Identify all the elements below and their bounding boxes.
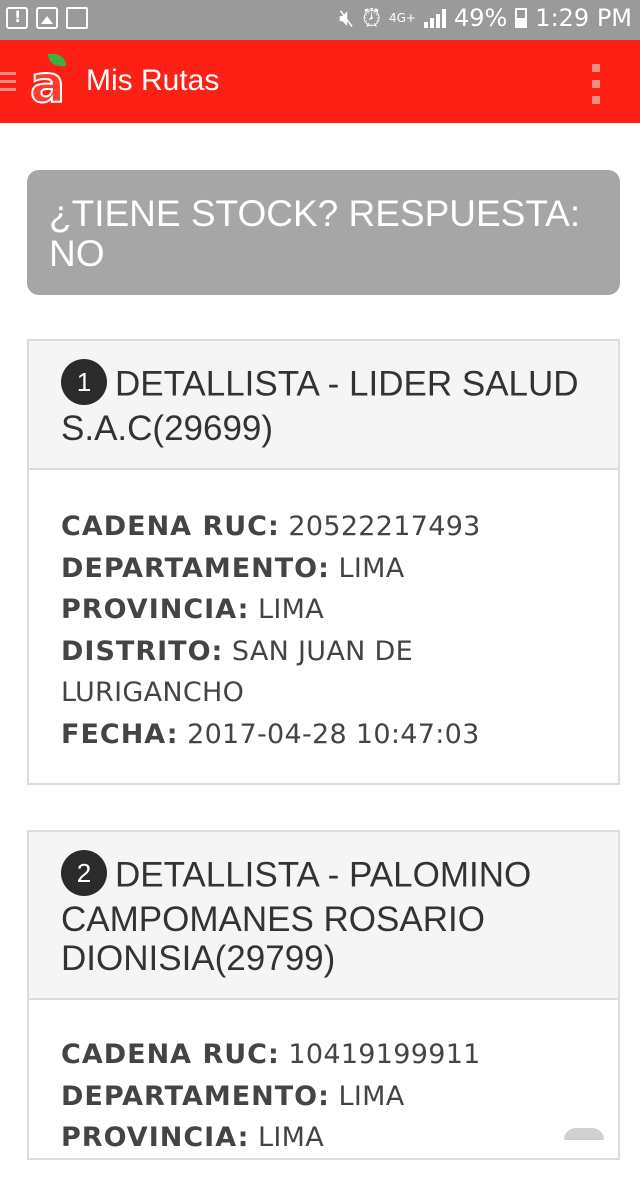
detail-row: DISTRITO: SAN JUAN DE LURIGANCHO bbox=[61, 631, 586, 714]
scroll-to-top-icon[interactable] bbox=[564, 1128, 604, 1140]
detail-value: LIMA bbox=[338, 1080, 405, 1112]
card-title: DETALLISTA - LIDER SALUD S.A.C(29699) bbox=[61, 364, 579, 448]
notification-icons bbox=[6, 7, 88, 29]
battery-icon bbox=[515, 8, 528, 28]
detail-label: CADENA RUC: bbox=[61, 1039, 280, 1070]
card-header: 2 DETALLISTA - PALOMINO CAMPOMANES ROSARI… bbox=[29, 832, 618, 1000]
network-type: 4G+ bbox=[388, 11, 416, 25]
detail-row: DEPARTAMENTO: LIMA bbox=[61, 1076, 586, 1118]
route-card[interactable]: 1 DETALLISTA - LIDER SALUD S.A.C(29699) C… bbox=[27, 339, 620, 785]
card-number-badge: 1 bbox=[61, 359, 107, 405]
route-card[interactable]: 2 DETALLISTA - PALOMINO CAMPOMANES ROSARI… bbox=[27, 830, 620, 1160]
detail-label: CADENA RUC: bbox=[61, 511, 280, 542]
card-header: 1 DETALLISTA - LIDER SALUD S.A.C(29699) bbox=[29, 341, 618, 470]
page-title: Mis Rutas bbox=[86, 64, 220, 97]
card-number-badge: 2 bbox=[61, 850, 107, 896]
signal-icon bbox=[423, 8, 446, 28]
detail-label: PROVINCIA: bbox=[61, 1122, 250, 1153]
detail-row: CADENA RUC: 10419199911 bbox=[61, 1034, 586, 1076]
detail-label: DEPARTAMENTO: bbox=[61, 1080, 330, 1112]
detail-row: PROVINCIA: LIMA bbox=[61, 1117, 586, 1159]
detail-value: 10419199911 bbox=[288, 1039, 481, 1070]
detail-row: FECHA: 2017-04-28 10:47:03 bbox=[61, 714, 586, 756]
clock: 1:29 PM bbox=[535, 4, 632, 32]
detail-row: DEPARTAMENTO: LIMA bbox=[61, 548, 586, 590]
alert-icon bbox=[6, 7, 28, 29]
system-icons: 🔇︎ ⏰︎ 4G+ 49% 1:29 PM bbox=[339, 4, 632, 32]
detail-row: PROVINCIA: LIMA bbox=[61, 589, 586, 631]
battery-percent: 49% bbox=[453, 4, 508, 32]
card-details: CADENA RUC: 10419199911 DEPARTAMENTO: LI… bbox=[29, 1000, 618, 1189]
card-details: CADENA RUC: 20522217493 DEPARTAMENTO: LI… bbox=[29, 470, 618, 785]
recycle-icon bbox=[66, 7, 88, 29]
overflow-menu-icon[interactable] bbox=[592, 64, 602, 104]
mute-icon: 🔇︎ bbox=[339, 4, 355, 32]
detail-label: DISTRITO: bbox=[61, 635, 224, 667]
detail-value: LIMA bbox=[258, 594, 324, 625]
detail-value: 2017-04-28 10:47:03 bbox=[187, 718, 480, 750]
detail-value: 20522217493 bbox=[288, 511, 481, 542]
alarm-icon: ⏰︎ bbox=[362, 4, 381, 32]
stock-answer-banner: ¿TIENE STOCK? RESPUESTA: NO bbox=[27, 170, 620, 295]
app-logo: a bbox=[29, 54, 74, 115]
status-bar: 🔇︎ ⏰︎ 4G+ 49% 1:29 PM bbox=[0, 0, 640, 40]
detail-label: DEPARTAMENTO: bbox=[61, 552, 330, 584]
detail-value: LIMA bbox=[258, 1122, 324, 1153]
card-title: DETALLISTA - PALOMINO CAMPOMANES ROSARIO… bbox=[61, 855, 532, 978]
menu-icon[interactable] bbox=[0, 72, 16, 92]
detail-row: CADENA RUC: 20522217493 bbox=[61, 506, 586, 548]
logo-letter: a bbox=[29, 55, 66, 115]
app-bar: a Mis Rutas bbox=[0, 40, 640, 123]
detail-value: LIMA bbox=[338, 552, 405, 584]
detail-label: FECHA: bbox=[61, 718, 179, 750]
image-icon bbox=[36, 7, 58, 29]
detail-label: PROVINCIA: bbox=[61, 594, 250, 625]
